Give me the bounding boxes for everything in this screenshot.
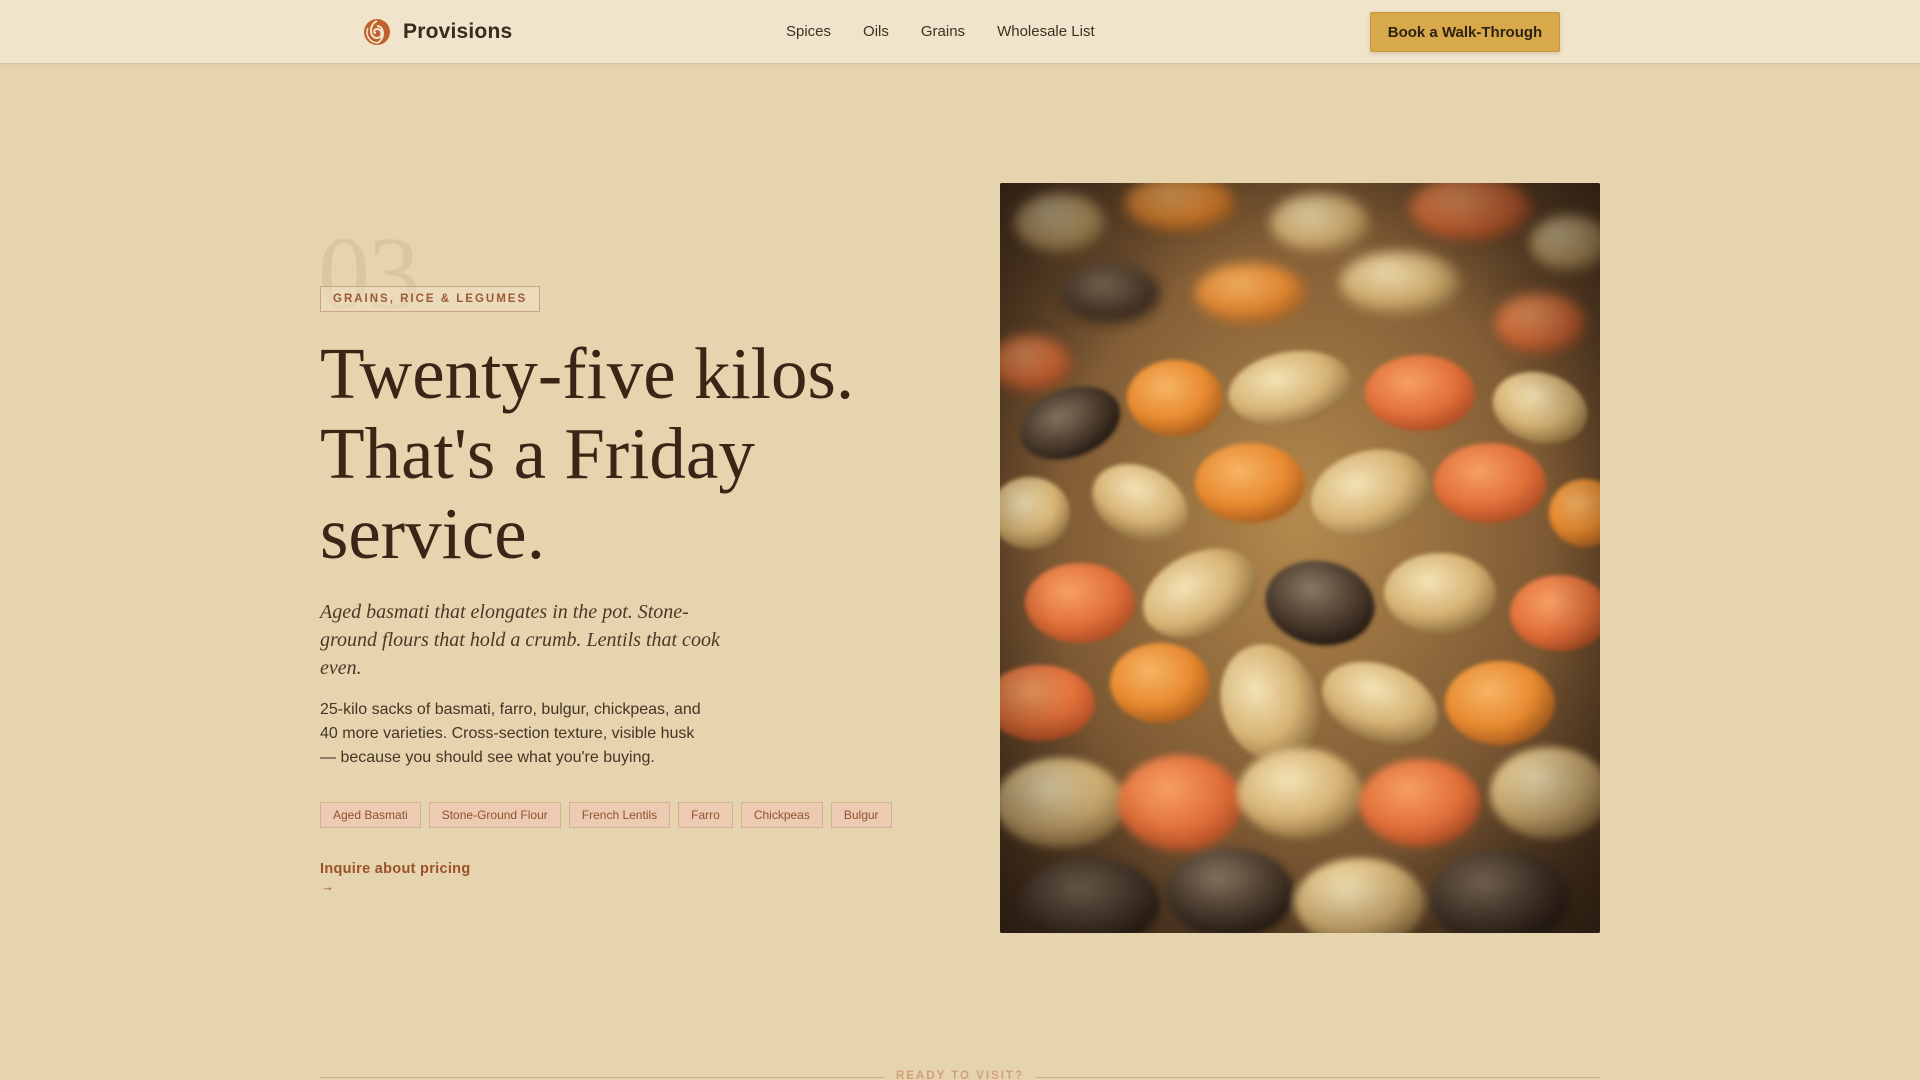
grains-photo — [1000, 183, 1600, 933]
book-walkthrough-button[interactable]: Book a Walk-Through — [1370, 12, 1560, 52]
category-badge: GRAINS, RICE & LEGUMES — [320, 286, 541, 312]
tag-bulgur: Bulgur — [830, 802, 892, 828]
headline-line-1: Twenty-five kilos. — [320, 333, 855, 414]
brand-name: Provisions — [403, 20, 513, 43]
nav-link-spices[interactable]: Spices — [786, 21, 831, 43]
section-divider-left — [320, 1077, 885, 1078]
tag-stone-ground-flour: Stone-Ground Flour — [428, 802, 561, 828]
brand-link[interactable]: Provisions — [363, 18, 512, 46]
ready-to-visit-label: READY TO VISIT? — [896, 1070, 1024, 1080]
headline-line-3: service. — [320, 493, 545, 574]
site-header: Provisions Spices Oils Grains Wholesale … — [0, 0, 1920, 63]
nav-link-oils[interactable]: Oils — [863, 21, 889, 43]
tag-aged-basmati: Aged Basmati — [320, 802, 421, 828]
nav-link-grains[interactable]: Grains — [921, 21, 965, 43]
inquire-pricing-link[interactable]: Inquire about pricing → — [320, 860, 480, 895]
swirl-logo-icon — [364, 19, 390, 45]
headline-line-2: That's a Friday — [320, 413, 755, 494]
grains-photo-art — [1000, 183, 1600, 933]
hero-lede: Aged basmati that elongates in the pot. … — [320, 601, 720, 679]
product-tags: Aged Basmati Stone-Ground Flour French L… — [320, 802, 892, 828]
tag-french-lentils: French Lentils — [568, 802, 671, 828]
tag-farro: Farro — [678, 802, 733, 828]
hero-headline: Twenty-five kilos. That's a Friday servi… — [320, 334, 880, 574]
main-nav: Spices Oils Grains Wholesale List — [786, 21, 1095, 43]
arrow-right-icon: → — [321, 879, 334, 894]
inquire-pricing-label: Inquire about pricing — [320, 861, 471, 877]
section-divider-right — [1035, 1077, 1600, 1078]
tag-chickpeas: Chickpeas — [740, 802, 823, 828]
nav-link-wholesale-list[interactable]: Wholesale List — [997, 21, 1095, 43]
hero-body: 25-kilo sacks of basmati, farro, bulgur,… — [320, 701, 701, 766]
